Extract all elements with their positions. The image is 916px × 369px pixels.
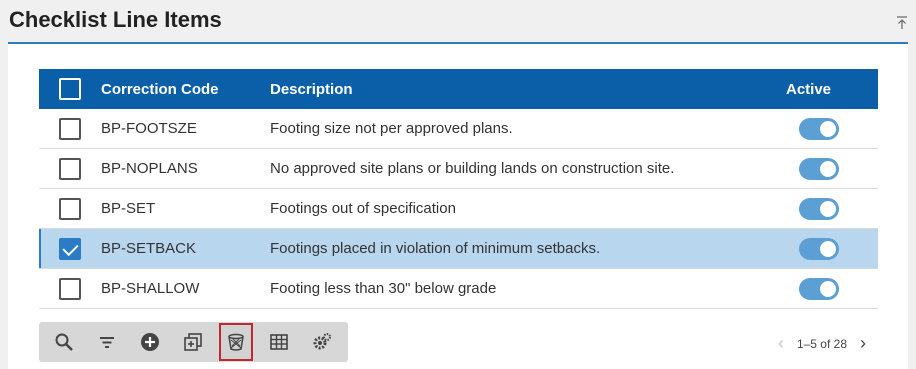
search-button[interactable] <box>47 323 81 361</box>
select-all-checkbox[interactable] <box>59 78 81 100</box>
cell-description: Footing size not per approved plans. <box>270 120 513 137</box>
add-button[interactable] <box>133 323 167 361</box>
page-title: Checklist Line Items <box>9 7 222 32</box>
checklist-card: Correction Code Description Active BP-FO… <box>8 44 908 369</box>
add-icon <box>140 333 159 351</box>
table-row[interactable]: BP-SHALLOW Footing less than 30" below g… <box>39 269 878 309</box>
row-checkbox[interactable] <box>59 277 81 300</box>
filter-button[interactable] <box>90 323 124 361</box>
cell-code: BP-SHALLOW <box>101 280 200 297</box>
table-row[interactable]: BP-FOOTSZE Footing size not per approved… <box>39 109 878 149</box>
cell-code: BP-SET <box>101 200 156 217</box>
grid-icon <box>270 334 288 350</box>
column-header-active[interactable]: Active <box>786 81 878 98</box>
pagination: ‹ 1–5 of 28 › <box>771 333 873 354</box>
table-row[interactable]: BP-NOPLANS No approved site plans or bui… <box>39 149 878 189</box>
active-toggle[interactable] <box>799 157 839 180</box>
next-page-icon[interactable]: › <box>853 333 873 354</box>
previous-page-icon[interactable]: ‹ <box>771 333 791 354</box>
grid-toolbar <box>39 322 348 362</box>
table-row[interactable]: BP-SET Footings out of specification <box>39 189 878 229</box>
settings-icon <box>313 333 332 350</box>
settings-button[interactable] <box>305 323 339 361</box>
table-row-selected[interactable]: BP-SETBACK Footings placed in violation … <box>39 229 878 269</box>
copy-icon <box>184 333 202 351</box>
cell-code: BP-FOOTSZE <box>101 120 197 137</box>
cell-description: Footings placed in violation of minimum … <box>270 240 601 257</box>
grid-view-button[interactable] <box>262 323 296 361</box>
active-toggle[interactable] <box>799 237 839 260</box>
active-toggle[interactable] <box>799 117 839 140</box>
column-header-description[interactable]: Description <box>270 81 786 98</box>
delete-button[interactable] <box>218 323 254 361</box>
active-toggle[interactable] <box>799 277 839 300</box>
filter-icon <box>99 337 114 348</box>
grid-header: Correction Code Description Active <box>39 69 878 109</box>
delete-icon <box>228 333 244 351</box>
copy-button[interactable] <box>176 323 210 361</box>
cell-description: Footings out of specification <box>270 200 456 217</box>
cell-description: No approved site plans or building lands… <box>270 160 675 177</box>
search-icon <box>55 333 73 351</box>
cell-description: Footing less than 30" below grade <box>270 280 497 297</box>
active-toggle[interactable] <box>799 197 839 220</box>
collapse-icon[interactable] <box>896 16 908 30</box>
cell-code: BP-SETBACK <box>101 240 197 257</box>
row-checkbox-checked[interactable] <box>59 237 81 260</box>
row-checkbox[interactable] <box>59 117 81 140</box>
page-range: 1–5 of 28 <box>796 336 847 351</box>
column-header-code[interactable]: Correction Code <box>101 81 270 98</box>
line-items-grid: Correction Code Description Active BP-FO… <box>39 69 878 309</box>
cell-code: BP-NOPLANS <box>101 160 198 177</box>
row-checkbox[interactable] <box>59 157 81 180</box>
row-checkbox[interactable] <box>59 197 81 220</box>
